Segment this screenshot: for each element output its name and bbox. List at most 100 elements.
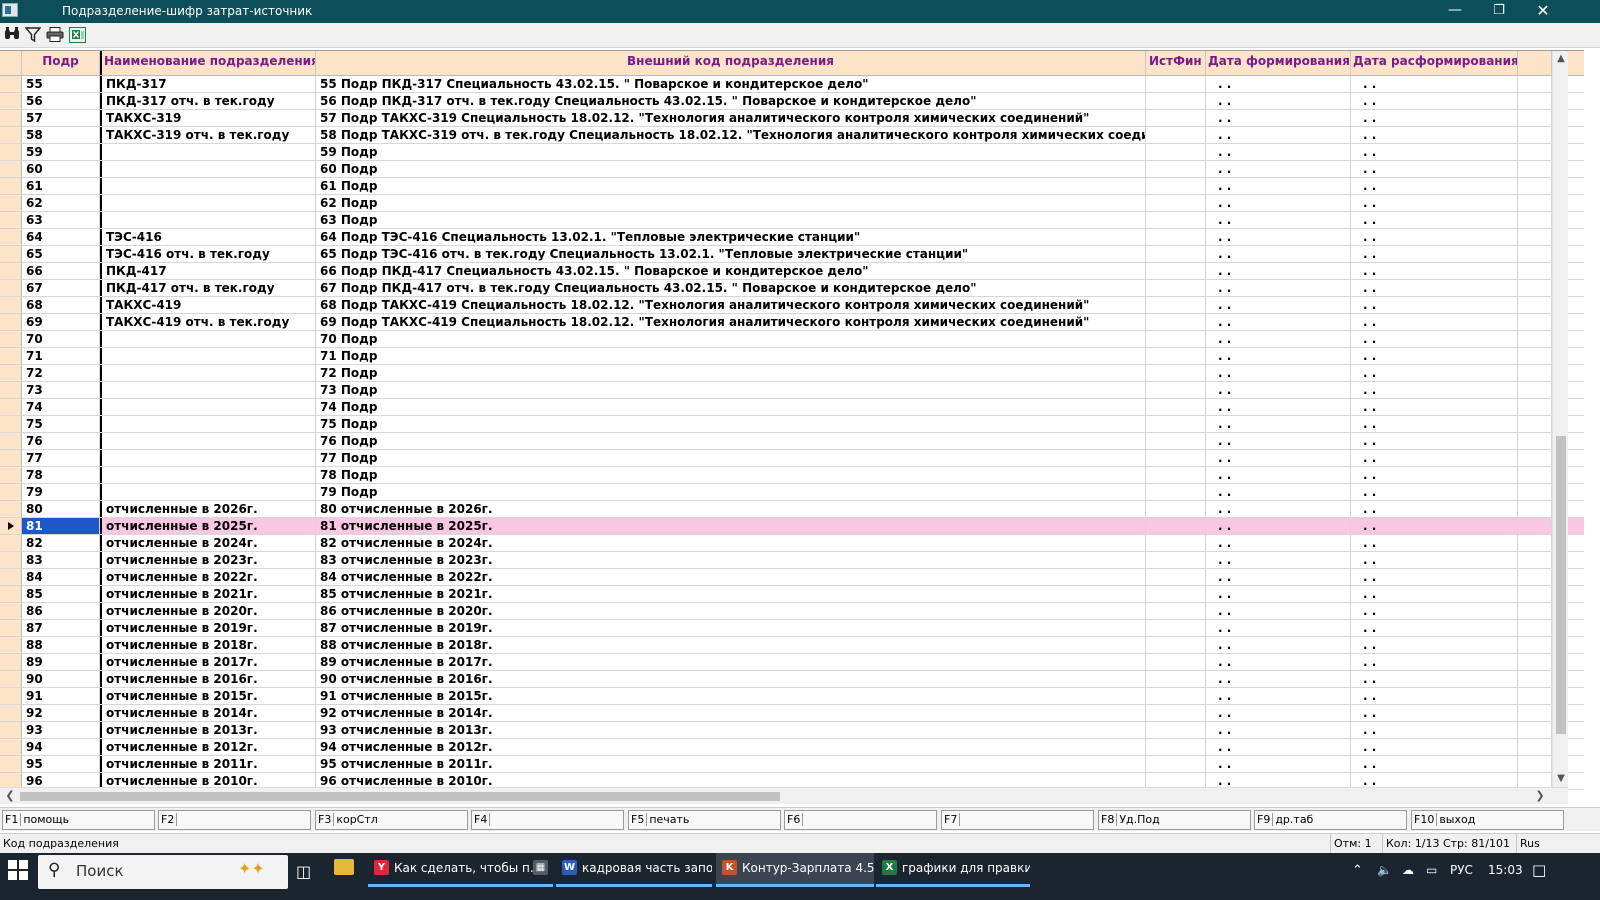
cell-external-code[interactable]: 66 Подр ПКД-417 Специальность 43.02.15. … bbox=[316, 263, 1146, 279]
table-row[interactable]: 88 отчисленные в 2018г. 88 отчисленные в 2… bbox=[0, 637, 1584, 654]
cell-date-disbanded[interactable]: . . bbox=[1351, 331, 1518, 347]
printer-icon[interactable] bbox=[46, 27, 64, 44]
table-row[interactable]: 90 отчисленные в 2016г. 90 отчисленные в 2… bbox=[0, 671, 1584, 688]
cell-name[interactable] bbox=[100, 161, 316, 177]
cell-external-code[interactable]: 93 отчисленные в 2013г. bbox=[316, 722, 1146, 738]
cell-name[interactable]: отчисленные в 2011г. bbox=[100, 756, 316, 772]
cell-date-disbanded[interactable]: . . bbox=[1351, 756, 1518, 772]
column-header-podr[interactable]: Подр bbox=[22, 51, 100, 75]
cell-date-disbanded[interactable]: . . bbox=[1351, 484, 1518, 500]
cell-date-formed[interactable]: . . bbox=[1206, 586, 1351, 602]
cell-external-code[interactable]: 84 отчисленные в 2022г. bbox=[316, 569, 1146, 585]
cell-date-formed[interactable]: . . bbox=[1206, 178, 1351, 194]
cell-date-formed[interactable]: . . bbox=[1206, 722, 1351, 738]
cell-external-code[interactable]: 69 Подр ТАКХС-419 Специальность 18.02.12… bbox=[316, 314, 1146, 330]
cell-istfin[interactable] bbox=[1146, 382, 1206, 398]
cell-date-formed[interactable]: . . bbox=[1206, 756, 1351, 772]
cell-date-disbanded[interactable]: . . bbox=[1351, 535, 1518, 551]
cell-name[interactable] bbox=[100, 399, 316, 415]
cell-external-code[interactable]: 73 Подр bbox=[316, 382, 1146, 398]
cell-istfin[interactable] bbox=[1146, 212, 1206, 228]
cell-date-disbanded[interactable]: . . bbox=[1351, 365, 1518, 381]
cell-external-code[interactable]: 64 Подр ТЭС-416 Специальность 13.02.1. "… bbox=[316, 229, 1146, 245]
table-row[interactable]: 58 ТАКХС-319 отч. в тек.году 58 Подр ТАКХС… bbox=[0, 127, 1584, 144]
cell-podr[interactable]: 65 bbox=[22, 246, 100, 262]
display-icon[interactable]: ▭ bbox=[1426, 855, 1437, 889]
cell-podr[interactable]: 62 bbox=[22, 195, 100, 211]
table-row[interactable]: 70 70 Подр . .. . bbox=[0, 331, 1584, 348]
cell-external-code[interactable]: 62 Подр bbox=[316, 195, 1146, 211]
cell-podr[interactable]: 93 bbox=[22, 722, 100, 738]
horizontal-scroll-thumb[interactable] bbox=[20, 792, 780, 801]
notifications-icon[interactable]: □ bbox=[1532, 855, 1546, 889]
cell-istfin[interactable] bbox=[1146, 314, 1206, 330]
cell-istfin[interactable] bbox=[1146, 654, 1206, 670]
cell-date-disbanded[interactable]: . . bbox=[1351, 637, 1518, 653]
cell-name[interactable] bbox=[100, 144, 316, 160]
table-row[interactable]: 89 отчисленные в 2017г. 89 отчисленные в 2… bbox=[0, 654, 1584, 671]
table-row[interactable]: 93 отчисленные в 2013г. 93 отчисленные в 2… bbox=[0, 722, 1584, 739]
cell-date-disbanded[interactable]: . . bbox=[1351, 688, 1518, 704]
cell-name[interactable]: отчисленные в 2018г. bbox=[100, 637, 316, 653]
cell-name[interactable]: ТЭС-416 bbox=[100, 229, 316, 245]
cell-podr[interactable]: 76 bbox=[22, 433, 100, 449]
cell-name[interactable]: отчисленные в 2024г. bbox=[100, 535, 316, 551]
table-row[interactable]: 72 72 Подр . .. . bbox=[0, 365, 1584, 382]
cell-istfin[interactable] bbox=[1146, 433, 1206, 449]
cell-podr[interactable]: 89 bbox=[22, 654, 100, 670]
cell-name[interactable]: ТАКХС-419 bbox=[100, 297, 316, 313]
cell-date-disbanded[interactable]: . . bbox=[1351, 518, 1518, 534]
cell-istfin[interactable] bbox=[1146, 110, 1206, 126]
cell-name[interactable] bbox=[100, 348, 316, 364]
cell-istfin[interactable] bbox=[1146, 501, 1206, 517]
cell-name[interactable] bbox=[100, 331, 316, 347]
cell-date-disbanded[interactable]: . . bbox=[1351, 671, 1518, 687]
cell-date-formed[interactable]: . . bbox=[1206, 365, 1351, 381]
table-row[interactable]: 59 59 Подр . .. . bbox=[0, 144, 1584, 161]
cell-name[interactable]: ПКД-317 bbox=[100, 76, 316, 92]
cell-name[interactable]: ПКД-317 отч. в тек.году bbox=[100, 93, 316, 109]
cell-date-disbanded[interactable]: . . bbox=[1351, 654, 1518, 670]
cell-istfin[interactable] bbox=[1146, 127, 1206, 143]
cell-external-code[interactable]: 88 отчисленные в 2018г. bbox=[316, 637, 1146, 653]
data-grid[interactable]: Подр Наименование подразделения Внешний … bbox=[0, 50, 1584, 804]
cell-name[interactable]: ТАКХС-319 bbox=[100, 110, 316, 126]
cell-date-disbanded[interactable]: . . bbox=[1351, 552, 1518, 568]
cell-external-code[interactable]: 70 Подр bbox=[316, 331, 1146, 347]
cell-date-formed[interactable]: . . bbox=[1206, 552, 1351, 568]
cell-name[interactable]: отчисленные в 2012г. bbox=[100, 739, 316, 755]
cell-istfin[interactable] bbox=[1146, 739, 1206, 755]
cell-podr[interactable]: 87 bbox=[22, 620, 100, 636]
cell-date-disbanded[interactable]: . . bbox=[1351, 416, 1518, 432]
cell-date-disbanded[interactable]: . . bbox=[1351, 195, 1518, 211]
table-row[interactable]: 84 отчисленные в 2022г. 84 отчисленные в 2… bbox=[0, 569, 1584, 586]
cell-external-code[interactable]: 78 Подр bbox=[316, 467, 1146, 483]
column-header-date-formed[interactable]: Дата формирования bbox=[1206, 51, 1351, 75]
cell-name[interactable]: отчисленные в 2016г. bbox=[100, 671, 316, 687]
cell-podr[interactable]: 81 bbox=[22, 518, 100, 534]
cell-name[interactable]: отчисленные в 2022г. bbox=[100, 569, 316, 585]
table-row[interactable]: 68 ТАКХС-419 68 Подр ТАКХС-419 Специальнос… bbox=[0, 297, 1584, 314]
cell-name[interactable]: отчисленные в 2013г. bbox=[100, 722, 316, 738]
cell-external-code[interactable]: 75 Подр bbox=[316, 416, 1146, 432]
cell-date-formed[interactable]: . . bbox=[1206, 144, 1351, 160]
network-icon[interactable]: ☁ bbox=[1402, 855, 1414, 889]
cell-istfin[interactable] bbox=[1146, 569, 1206, 585]
cell-external-code[interactable]: 58 Подр ТАКХС-319 отч. в тек.году Специа… bbox=[316, 127, 1146, 143]
cell-date-formed[interactable]: . . bbox=[1206, 637, 1351, 653]
cell-name[interactable] bbox=[100, 382, 316, 398]
cell-istfin[interactable] bbox=[1146, 416, 1206, 432]
cell-date-formed[interactable]: . . bbox=[1206, 110, 1351, 126]
table-row[interactable]: 95 отчисленные в 2011г. 95 отчисленные в 2… bbox=[0, 756, 1584, 773]
cell-name[interactable]: отчисленные в 2019г. bbox=[100, 620, 316, 636]
vertical-scroll-thumb[interactable] bbox=[1556, 436, 1566, 734]
cell-external-code[interactable]: 94 отчисленные в 2012г. bbox=[316, 739, 1146, 755]
cell-external-code[interactable]: 85 отчисленные в 2021г. bbox=[316, 586, 1146, 602]
cell-podr[interactable]: 71 bbox=[22, 348, 100, 364]
cell-istfin[interactable] bbox=[1146, 93, 1206, 109]
fkey-f5-button[interactable]: F5 печать bbox=[628, 810, 781, 830]
cell-podr[interactable]: 63 bbox=[22, 212, 100, 228]
table-row[interactable]: 94 отчисленные в 2012г. 94 отчисленные в 2… bbox=[0, 739, 1584, 756]
scroll-right-icon[interactable]: ❯ bbox=[1532, 788, 1548, 804]
cell-date-formed[interactable]: . . bbox=[1206, 399, 1351, 415]
